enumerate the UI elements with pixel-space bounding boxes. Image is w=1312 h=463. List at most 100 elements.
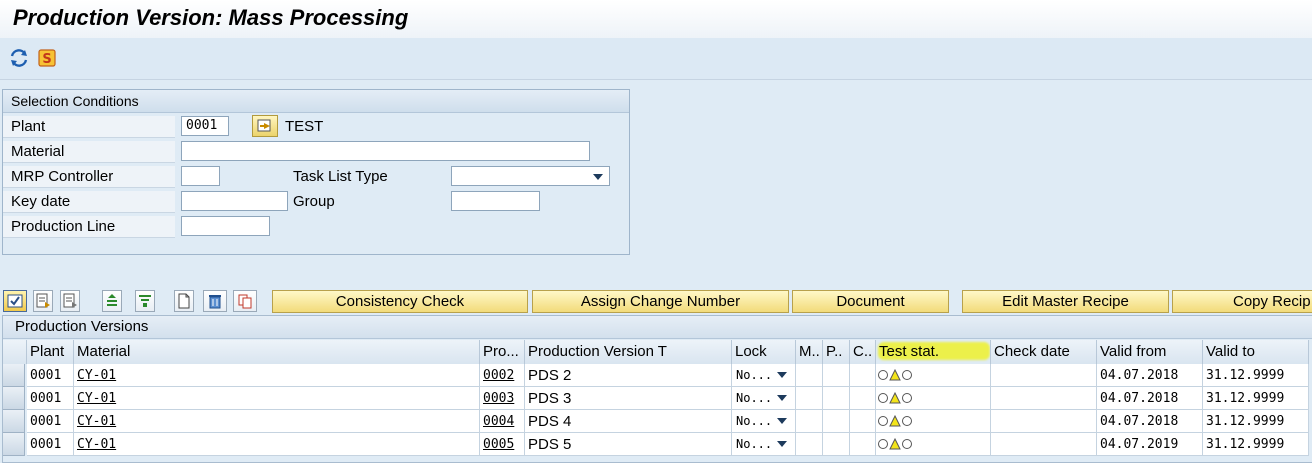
program-icon[interactable]: S xyxy=(36,47,58,69)
m-cell xyxy=(796,410,823,433)
select-all-icon[interactable] xyxy=(3,290,27,312)
version-link[interactable]: 0004 xyxy=(483,414,514,429)
grid-toolbar: Consistency Check Assign Change Number D… xyxy=(0,288,1312,314)
lock-cell[interactable]: No... xyxy=(732,433,796,456)
m-cell xyxy=(796,433,823,456)
key-date-field[interactable] xyxy=(181,191,288,211)
material-link[interactable]: CY-01 xyxy=(77,368,116,383)
lock-cell[interactable]: No... xyxy=(732,364,796,387)
col-header-lock[interactable]: Lock xyxy=(732,340,796,364)
version-link[interactable]: 0005 xyxy=(483,437,514,452)
material-link[interactable]: CY-01 xyxy=(77,391,116,406)
filter-icon[interactable] xyxy=(135,290,155,312)
task-list-type-dropdown[interactable] xyxy=(451,166,610,186)
svg-text:S: S xyxy=(42,52,51,67)
copy-recipe-button[interactable]: Copy Recip xyxy=(1172,290,1312,313)
production-line-label: Production Line xyxy=(3,216,175,238)
material-link[interactable]: CY-01 xyxy=(77,414,116,429)
version-text-cell: PDS 3 xyxy=(525,387,732,410)
col-header-version-text[interactable]: Production Version T xyxy=(525,340,732,364)
task-list-type-label: Task List Type xyxy=(293,168,388,185)
chevron-down-icon xyxy=(593,174,603,180)
lock-value: No... xyxy=(736,391,773,405)
col-header-valid-to[interactable]: Valid to xyxy=(1203,340,1309,364)
check-date-cell xyxy=(991,364,1097,387)
col-header-p[interactable]: P.. xyxy=(823,340,850,364)
version-cell[interactable]: 0003 xyxy=(480,387,525,410)
valid-to-cell: 31.12.9999 xyxy=(1203,387,1309,410)
lock-cell[interactable]: No... xyxy=(732,387,796,410)
p-cell xyxy=(823,387,850,410)
details-alt-icon[interactable] xyxy=(60,290,80,312)
material-link[interactable]: CY-01 xyxy=(77,437,116,452)
table-row: 0001 CY-01 0005 PDS 5 No... 04.07.2019 3… xyxy=(3,433,1312,456)
col-header-material[interactable]: Material xyxy=(74,340,480,364)
valid-from-cell: 04.07.2019 xyxy=(1097,433,1203,456)
lock-value: No... xyxy=(736,437,773,451)
version-cell[interactable]: 0005 xyxy=(480,433,525,456)
version-link[interactable]: 0003 xyxy=(483,391,514,406)
col-header-plant[interactable]: Plant xyxy=(27,340,74,364)
c-cell xyxy=(850,364,876,387)
c-cell xyxy=(850,387,876,410)
col-header-c[interactable]: C.. xyxy=(850,340,876,364)
details-icon[interactable] xyxy=(33,290,53,312)
col-header-m[interactable]: M.. xyxy=(796,340,823,364)
group-field[interactable] xyxy=(451,191,540,211)
assign-change-number-button[interactable]: Assign Change Number xyxy=(532,290,789,313)
valid-to-cell: 31.12.9999 xyxy=(1203,364,1309,387)
material-field[interactable] xyxy=(181,141,590,161)
m-cell xyxy=(796,364,823,387)
material-cell[interactable]: CY-01 xyxy=(74,410,480,433)
create-icon[interactable] xyxy=(174,290,194,312)
p-cell xyxy=(823,364,850,387)
lock-dropdown[interactable]: No... xyxy=(736,436,791,453)
plant-cell: 0001 xyxy=(27,410,74,433)
plant-description: TEST xyxy=(285,118,324,135)
production-line-field[interactable] xyxy=(181,216,270,236)
valid-from-cell: 04.07.2018 xyxy=(1097,410,1203,433)
select-all-rows-cell[interactable] xyxy=(3,340,27,364)
version-cell[interactable]: 0004 xyxy=(480,410,525,433)
col-header-production-version[interactable]: Pro... xyxy=(480,340,525,364)
material-cell[interactable]: CY-01 xyxy=(74,433,480,456)
row-selector[interactable] xyxy=(3,387,25,410)
delete-icon[interactable] xyxy=(203,290,227,312)
consistency-check-button[interactable]: Consistency Check xyxy=(272,290,528,313)
chevron-down-icon xyxy=(777,441,787,447)
col-header-check-date[interactable]: Check date xyxy=(991,340,1097,364)
plant-cell: 0001 xyxy=(27,364,74,387)
value-help-button[interactable] xyxy=(252,115,278,137)
table-row: 0001 CY-01 0004 PDS 4 No... 04.07.2018 3… xyxy=(3,410,1312,433)
valid-to-cell: 31.12.9999 xyxy=(1203,433,1309,456)
value-help-icon xyxy=(257,119,271,132)
col-header-test-status[interactable]: Test stat. xyxy=(876,340,991,364)
refresh-icon[interactable] xyxy=(8,47,30,69)
version-cell[interactable]: 0002 xyxy=(480,364,525,387)
lock-dropdown[interactable]: No... xyxy=(736,413,791,430)
material-label: Material xyxy=(3,141,175,163)
sort-ascending-icon[interactable] xyxy=(102,290,122,312)
traffic-light-icon xyxy=(878,438,912,450)
check-date-cell xyxy=(991,410,1097,433)
grid-header-row: Plant Material Pro... Production Version… xyxy=(3,340,1312,364)
copy-icon[interactable] xyxy=(233,290,257,312)
document-button[interactable]: Document xyxy=(792,290,949,313)
row-selector[interactable] xyxy=(3,364,25,387)
col-header-valid-from[interactable]: Valid from xyxy=(1097,340,1203,364)
chevron-down-icon xyxy=(777,372,787,378)
edit-master-recipe-button[interactable]: Edit Master Recipe xyxy=(962,290,1169,313)
version-link[interactable]: 0002 xyxy=(483,368,514,383)
material-cell[interactable]: CY-01 xyxy=(74,364,480,387)
plant-field[interactable]: 0001 xyxy=(181,116,229,136)
lock-dropdown[interactable]: No... xyxy=(736,367,791,384)
lock-dropdown[interactable]: No... xyxy=(736,390,791,407)
mrp-controller-field[interactable] xyxy=(181,166,220,186)
m-cell xyxy=(796,387,823,410)
selection-conditions-title: Selection Conditions xyxy=(3,90,629,113)
material-cell[interactable]: CY-01 xyxy=(74,387,480,410)
lock-cell[interactable]: No... xyxy=(732,410,796,433)
row-selector[interactable] xyxy=(3,433,25,456)
row-selector[interactable] xyxy=(3,410,25,433)
test-status-cell xyxy=(876,364,991,387)
